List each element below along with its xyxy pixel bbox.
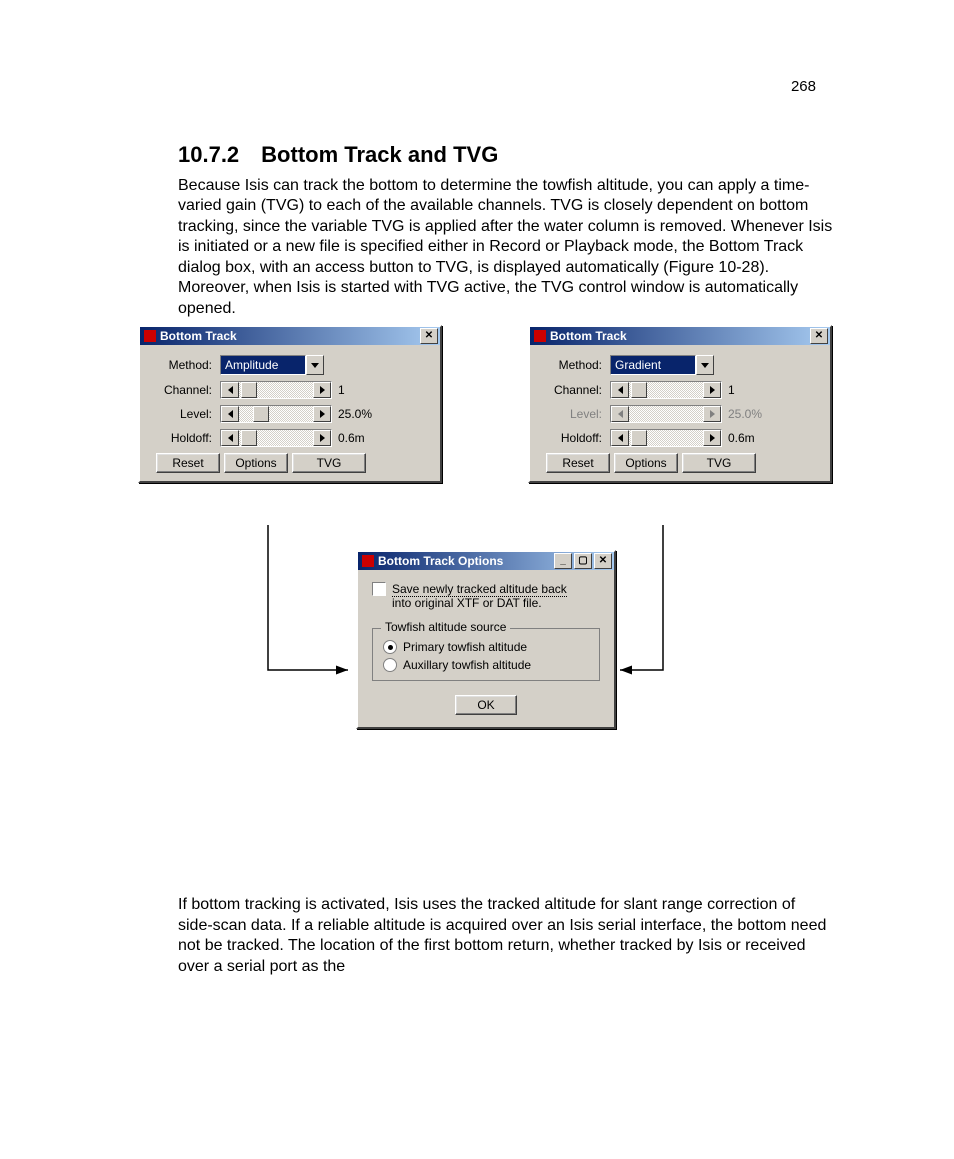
arrow-right-icon[interactable] (703, 430, 721, 446)
save-altitude-checkbox-row[interactable]: Save newly tracked altitude back into or… (372, 582, 600, 610)
ok-button[interactable]: OK (455, 695, 517, 715)
tvg-button[interactable]: TVG (682, 453, 756, 473)
arrow-left-icon[interactable] (611, 430, 629, 446)
figure-block: Bottom Track ✕ Method: Amplitude Channel… (138, 325, 838, 805)
bottom-track-dialog-right: Bottom Track ✕ Method: Gradient Channel: (528, 325, 832, 483)
holdoff-value: 0.6m (728, 431, 755, 445)
method-combo[interactable]: Amplitude (220, 355, 324, 375)
bottom-track-options-dialog: Bottom Track Options _ ▢ ✕ Save newly tr… (356, 550, 616, 729)
method-value: Gradient (610, 355, 696, 375)
save-altitude-label-line1: Save newly tracked altitude back (392, 582, 567, 597)
channel-label: Channel: (542, 383, 602, 397)
page-number: 268 (791, 78, 816, 95)
arrow-right-icon[interactable] (313, 406, 331, 422)
method-label: Method: (152, 358, 212, 372)
level-label: Level: (542, 407, 602, 421)
close-icon[interactable]: ✕ (594, 553, 612, 569)
checkbox-icon[interactable] (372, 582, 386, 596)
holdoff-slider[interactable] (220, 429, 332, 447)
reset-button[interactable]: Reset (156, 453, 220, 473)
radio-label: Auxillary towfish altitude (403, 658, 531, 672)
minimize-icon[interactable]: _ (554, 553, 572, 569)
channel-label: Channel: (152, 383, 212, 397)
towfish-altitude-group: Towfish altitude source Primary towfish … (372, 628, 600, 681)
window-title: Bottom Track Options (378, 552, 552, 570)
bottom-track-dialog-left: Bottom Track ✕ Method: Amplitude Channel… (138, 325, 442, 483)
radio-label: Primary towfish altitude (403, 640, 527, 654)
maximize-icon[interactable]: ▢ (574, 553, 592, 569)
arrow-right-icon[interactable] (313, 430, 331, 446)
radio-icon[interactable] (383, 640, 397, 654)
app-icon (362, 555, 374, 567)
method-value: Amplitude (220, 355, 306, 375)
close-icon[interactable]: ✕ (810, 328, 828, 344)
level-slider[interactable] (220, 405, 332, 423)
arrow-left-icon (611, 406, 629, 422)
auxiliary-altitude-radio[interactable]: Auxillary towfish altitude (383, 658, 589, 672)
channel-slider[interactable] (610, 381, 722, 399)
method-combo[interactable]: Gradient (610, 355, 714, 375)
close-icon[interactable]: ✕ (420, 328, 438, 344)
level-value: 25.0% (728, 407, 762, 421)
holdoff-value: 0.6m (338, 431, 365, 445)
channel-slider[interactable] (220, 381, 332, 399)
options-button[interactable]: Options (224, 453, 288, 473)
options-button[interactable]: Options (614, 453, 678, 473)
arrow-left-icon[interactable] (221, 382, 239, 398)
holdoff-label: Holdoff: (152, 431, 212, 445)
method-label: Method: (542, 358, 602, 372)
paragraph-1: Because Isis can track the bottom to det… (178, 176, 834, 319)
arrow-right-icon[interactable] (703, 382, 721, 398)
holdoff-slider[interactable] (610, 429, 722, 447)
channel-value: 1 (338, 383, 345, 397)
arrow-right-icon (703, 406, 721, 422)
arrow-left-icon[interactable] (611, 382, 629, 398)
section-heading: 10.7.2 Bottom Track and TVG (178, 142, 834, 168)
titlebar: Bottom Track ✕ (140, 327, 440, 345)
channel-value: 1 (728, 383, 735, 397)
chevron-down-icon[interactable] (306, 355, 324, 375)
window-title: Bottom Track (160, 327, 418, 345)
window-title: Bottom Track (550, 327, 808, 345)
level-slider (610, 405, 722, 423)
paragraph-2: If bottom tracking is activated, Isis us… (178, 895, 834, 977)
arrow-left-icon[interactable] (221, 430, 239, 446)
app-icon (144, 330, 156, 342)
arrow-left-icon[interactable] (221, 406, 239, 422)
reset-button[interactable]: Reset (546, 453, 610, 473)
level-label: Level: (152, 407, 212, 421)
section-number: 10.7.2 (178, 142, 239, 167)
arrow-right-icon[interactable] (313, 382, 331, 398)
radio-icon[interactable] (383, 658, 397, 672)
section-title: Bottom Track and TVG (261, 142, 498, 167)
group-title: Towfish altitude source (381, 620, 510, 634)
save-altitude-label-line2: into original XTF or DAT file. (392, 596, 542, 610)
holdoff-label: Holdoff: (542, 431, 602, 445)
app-icon (534, 330, 546, 342)
primary-altitude-radio[interactable]: Primary towfish altitude (383, 640, 589, 654)
chevron-down-icon[interactable] (696, 355, 714, 375)
tvg-button[interactable]: TVG (292, 453, 366, 473)
titlebar: Bottom Track Options _ ▢ ✕ (358, 552, 614, 570)
level-value: 25.0% (338, 407, 372, 421)
titlebar: Bottom Track ✕ (530, 327, 830, 345)
